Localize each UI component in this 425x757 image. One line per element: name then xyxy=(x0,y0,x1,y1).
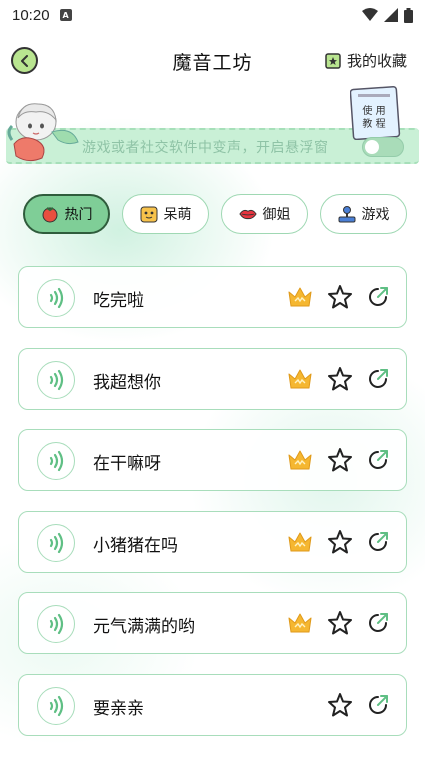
favorite-star-icon[interactable] xyxy=(327,610,353,636)
floating-window-toggle[interactable] xyxy=(362,137,404,157)
share-icon[interactable] xyxy=(367,368,389,390)
sound-wave-icon xyxy=(49,695,64,716)
status-icons xyxy=(362,7,413,23)
list-item[interactable]: 在干嘛呀 xyxy=(18,429,407,491)
item-label: 我超想你 xyxy=(93,372,161,393)
play-button[interactable] xyxy=(37,279,75,317)
item-label: 小猪猪在吗 xyxy=(93,535,178,556)
list-item[interactable]: 元气满满的哟 xyxy=(18,592,407,654)
vip-crown-icon xyxy=(288,369,312,388)
tab-label: 热门 xyxy=(64,207,93,223)
cute-face-icon xyxy=(140,205,158,223)
favorite-star-icon[interactable] xyxy=(327,284,353,310)
guide-label-line1: 使 用 xyxy=(362,104,385,117)
favorites-icon xyxy=(325,52,341,69)
banner-text: 游戏或者社交软件中变声，开启悬浮窗 xyxy=(82,140,329,156)
floating-window-banner: 使 用 教 程 游戏或者社交软件中变声，开启悬浮窗 xyxy=(0,85,425,174)
signal-icon xyxy=(384,8,398,22)
tab-label: 御姐 xyxy=(262,207,291,223)
item-label: 元气满满的哟 xyxy=(93,617,195,637)
guide-label-line2: 教 程 xyxy=(362,117,385,130)
mascot-illustration xyxy=(7,103,79,162)
share-icon[interactable] xyxy=(367,449,389,471)
tab-mature[interactable]: 御姐 xyxy=(221,194,308,234)
list-item[interactable]: 要亲亲 xyxy=(18,673,407,736)
category-tabs: 热门 呆萌 御姐 游戏 xyxy=(0,194,425,236)
vip-crown-icon xyxy=(288,450,312,470)
share-icon[interactable] xyxy=(367,694,389,716)
list-item[interactable]: 我超想你 xyxy=(18,347,407,410)
battery-icon xyxy=(404,7,413,23)
tab-cute[interactable]: 呆萌 xyxy=(122,194,209,234)
share-icon[interactable] xyxy=(367,612,389,634)
list-item[interactable]: 吃完啦 xyxy=(18,266,407,328)
favorite-star-icon[interactable] xyxy=(327,447,353,473)
vip-crown-icon xyxy=(288,532,312,551)
joystick-icon xyxy=(338,205,356,223)
play-button[interactable] xyxy=(37,686,75,725)
sound-wave-icon xyxy=(49,287,64,309)
sound-wave-icon xyxy=(49,532,64,553)
vip-crown-icon xyxy=(288,613,312,633)
lips-icon xyxy=(238,205,257,223)
favorite-star-icon[interactable] xyxy=(327,692,353,718)
item-label: 在干嘛呀 xyxy=(93,454,161,474)
list-item[interactable]: 小猪猪在吗 xyxy=(18,510,407,573)
play-button[interactable] xyxy=(37,605,75,643)
wifi-icon xyxy=(362,8,378,21)
item-label: 要亲亲 xyxy=(93,698,144,719)
tab-hot[interactable]: 热门 xyxy=(23,194,110,234)
tab-game[interactable]: 游戏 xyxy=(320,194,407,234)
share-icon[interactable] xyxy=(367,531,389,553)
status-bar: 10:20 A xyxy=(0,0,425,30)
share-icon[interactable] xyxy=(367,286,389,308)
top-bar: 魔音工坊 我的收藏 xyxy=(0,40,425,80)
vip-crown-icon xyxy=(288,287,312,307)
sound-wave-icon xyxy=(49,369,64,390)
item-label: 吃完啦 xyxy=(93,291,144,311)
tab-label: 游戏 xyxy=(361,207,390,223)
status-time: 10:20 xyxy=(12,6,50,24)
favorites-label: 我的收藏 xyxy=(346,52,407,70)
sound-wave-icon xyxy=(49,613,64,635)
play-button[interactable] xyxy=(37,523,75,562)
tomato-icon xyxy=(41,205,59,223)
play-button[interactable] xyxy=(37,442,75,480)
toggle-knob xyxy=(365,140,379,154)
play-button[interactable] xyxy=(37,360,75,399)
favorite-star-icon[interactable] xyxy=(327,366,353,392)
favorite-star-icon[interactable] xyxy=(327,529,353,555)
notification-icon: A xyxy=(59,9,72,21)
usage-guide-icon[interactable]: 使 用 教 程 xyxy=(350,84,402,140)
sound-wave-icon xyxy=(49,450,64,472)
favorites-button[interactable]: 我的收藏 xyxy=(325,50,407,71)
tab-label: 呆萌 xyxy=(163,207,192,223)
